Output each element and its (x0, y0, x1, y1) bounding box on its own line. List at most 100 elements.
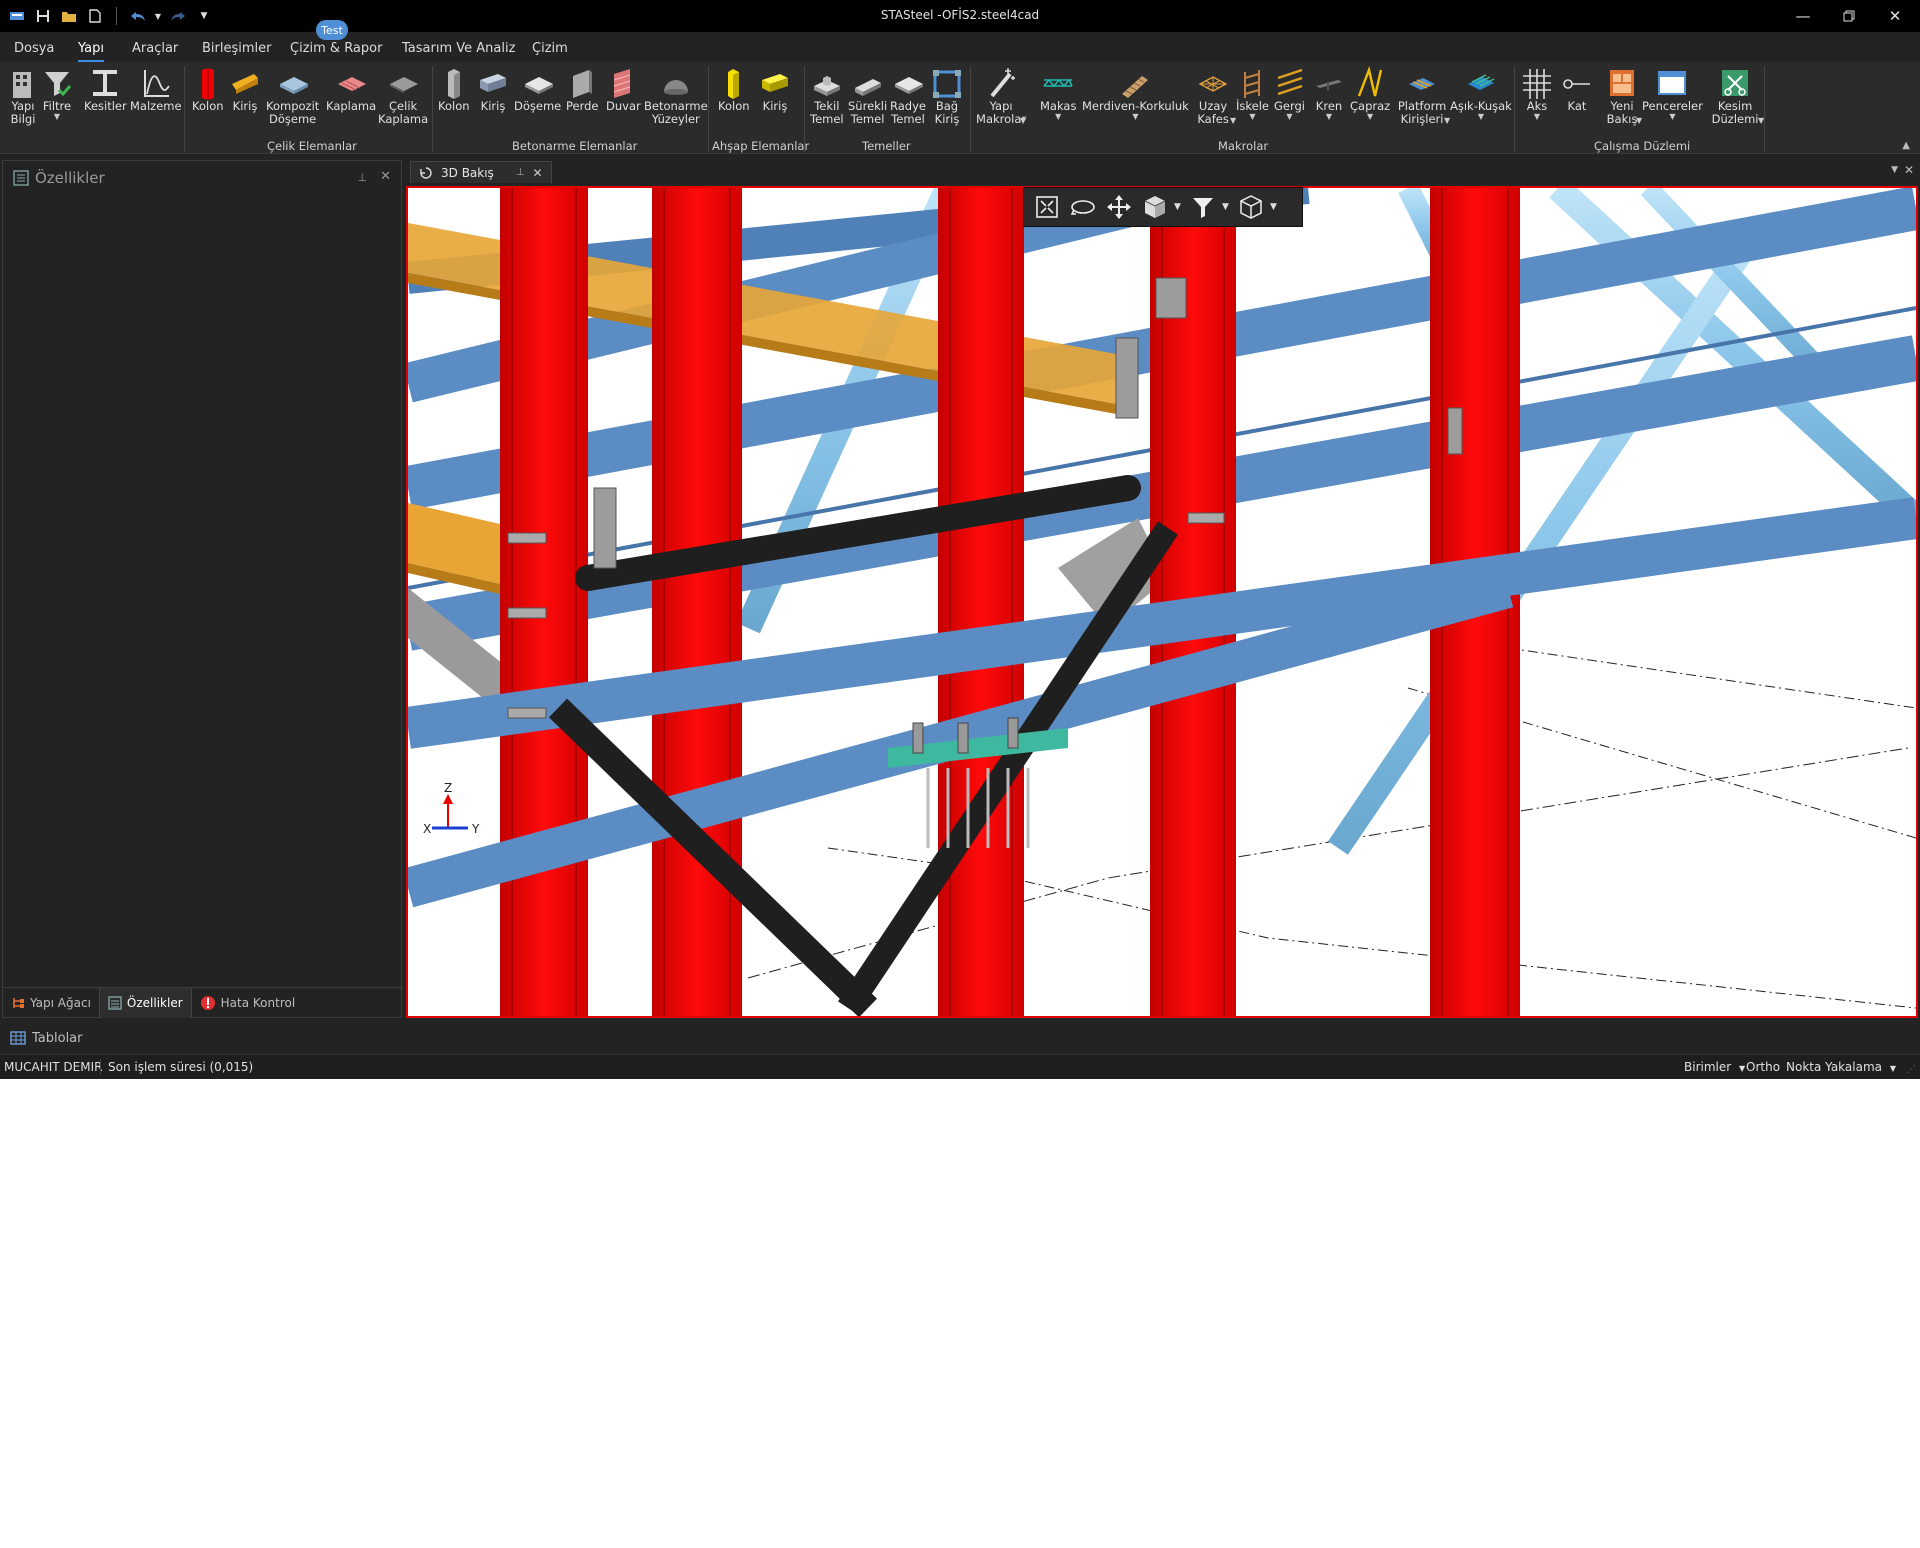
view-cube-dropdown-icon[interactable]: ▼ (1174, 202, 1184, 212)
ribbon-filtre-button[interactable]: Filtre ▼ (42, 66, 72, 121)
properties-icon (108, 996, 122, 1010)
group-caption-makrolar: Makrolar (1218, 139, 1269, 153)
ribbon-ahsap-kiris-button[interactable]: Kiriş (760, 66, 790, 113)
tab-yapi-agaci[interactable]: Yapı Ağacı (3, 988, 99, 1018)
wireframe-cube-icon (1240, 195, 1262, 219)
ribbon-merdiven-korkuluk-button[interactable]: Merdiven-Korkuluk ▼ (1082, 66, 1189, 121)
ribbon-kompozit-doseme-button[interactable]: Kompozit Döşeme (266, 66, 319, 126)
ribbon-doseme-button[interactable]: Döşeme (514, 66, 561, 113)
steel-column[interactable] (652, 188, 742, 1016)
close-document-icon[interactable]: ✕ (1904, 163, 1914, 177)
ribbon-betonarme-kiris-button[interactable]: Kiriş (478, 66, 508, 113)
ribbon-platform-kirisleri-button[interactable]: Platform Kirişleri ▼ (1394, 66, 1450, 126)
ribbon-kesitler-button[interactable]: Kesitler (84, 66, 127, 113)
view-filter-dropdown-icon[interactable]: ▼ (1222, 202, 1232, 212)
ribbon-label: Perde (566, 99, 599, 113)
menu-tab-yapi[interactable]: Yapı (78, 41, 104, 62)
collapse-ribbon-icon[interactable]: ▲ (1902, 140, 1910, 151)
menu-tab-tasarim-analiz[interactable]: Tasarım Ve Analiz (402, 41, 515, 56)
menu-tab-birlesimler[interactable]: Birleşimler (202, 41, 272, 56)
display-mode-dropdown-icon[interactable]: ▼ (1270, 202, 1280, 212)
minimize-button[interactable]: — (1780, 0, 1826, 32)
ribbon-separator (1514, 66, 1515, 152)
tab-ozellikler[interactable]: Özellikler (98, 988, 192, 1018)
ribbon-yeni-bakis-button[interactable]: Yeni Bakış ▼ (1602, 66, 1642, 126)
table-icon (10, 1031, 26, 1045)
filter-icon (45, 72, 72, 97)
ribbon-aks-button[interactable]: Aks ▼ (1522, 66, 1552, 121)
view-filter-button[interactable] (1186, 190, 1220, 224)
ribbon-surekli-temel-button[interactable]: Sürekli Temel (848, 66, 887, 126)
close-button[interactable]: ✕ (1872, 0, 1918, 32)
menu-tab-araclar[interactable]: Araçlar (132, 41, 178, 56)
ribbon-capraz-button[interactable]: Çapraz ▼ (1350, 66, 1390, 121)
menu-tab-cizim-rapor[interactable]: Çizim & Rapor (290, 41, 382, 56)
ribbon-yapi-bilgi-button[interactable]: Yapı Bilgi (8, 66, 38, 126)
restore-button[interactable] (1826, 0, 1872, 32)
tab-list-dropdown-icon[interactable]: ▼ (1891, 165, 1898, 175)
close-panel-icon[interactable]: ✕ (380, 169, 391, 184)
ribbon-kaplama-button[interactable]: Kaplama (326, 66, 376, 113)
ribbon-gergi-button[interactable]: Gergi ▼ (1274, 66, 1305, 121)
ribbon-separator (708, 66, 709, 152)
composite-slab-icon (279, 77, 308, 94)
3d-viewport[interactable]: Z X Y (406, 186, 1918, 1018)
ribbon-duvar-button[interactable]: Duvar (606, 66, 641, 113)
resize-grip-icon[interactable]: ⋰ (1906, 1064, 1916, 1075)
ribbon-celik-kaplama-button[interactable]: Çelik Kaplama (378, 66, 428, 126)
orbit-button[interactable] (1066, 190, 1100, 224)
ribbon-ahsap-kolon-button[interactable]: Kolon (718, 66, 750, 113)
ribbon-pencereler-button[interactable]: Pencereler ▼ (1642, 66, 1703, 121)
pan-button[interactable] (1102, 190, 1136, 224)
ribbon-perde-button[interactable]: Perde (566, 66, 599, 113)
tension-rod-icon (1277, 68, 1302, 96)
ribbon-kat-button[interactable]: Kat (1562, 66, 1592, 113)
ribbon-yapi-makrolar-button[interactable]: Yapı Makrolar ▼ (976, 66, 1026, 126)
ribbon-celik-kiris-button[interactable]: Kiriş (230, 66, 260, 113)
3d-model-scene[interactable]: Z X Y (408, 188, 1916, 1016)
ribbon-kesim-duzlemi-button[interactable]: Kesim Düzlemi ▼ (1706, 66, 1764, 126)
chevron-down-icon: ▼ (1889, 1064, 1896, 1073)
properties-panel: Özellikler ⊥ ✕ Yapı Ağacı Özellikler Hat… (2, 160, 403, 1018)
pin-icon[interactable]: ⊥ (516, 167, 525, 178)
pan-move-icon (1107, 195, 1131, 219)
dropdown-arrow-icon: ▼ (1055, 112, 1062, 121)
ribbon-tekil-temel-button[interactable]: Tekil Temel (810, 66, 844, 126)
ribbon-uzay-kafes-button[interactable]: Uzay Kafes ▼ (1190, 66, 1236, 126)
ribbon-bag-kiris-button[interactable]: Bağ Kiriş (932, 66, 962, 126)
units-dropdown[interactable]: Birimler ▼ (1684, 1060, 1745, 1074)
close-tab-icon[interactable]: ✕ (533, 166, 543, 180)
display-mode-button[interactable] (1234, 190, 1268, 224)
tab-hata-kontrol[interactable]: Hata Kontrol (192, 988, 304, 1018)
ribbon-radye-temel-button[interactable]: Radye Temel (890, 66, 926, 126)
ribbon-makas-button[interactable]: Makas ▼ (1040, 66, 1076, 121)
ribbon-label: Betonarme Yüzeyler (644, 99, 708, 126)
ribbon-label: Kaplama (326, 99, 377, 113)
ribbon-label: Kolon (718, 99, 750, 113)
ribbon-label: Döşeme (514, 99, 562, 113)
ribbon-kren-button[interactable]: Kren ▼ (1314, 66, 1344, 121)
ribbon-malzeme-button[interactable]: Malzeme (130, 66, 182, 113)
steel-column-icon (201, 68, 214, 100)
ortho-toggle[interactable]: Ortho (1746, 1060, 1780, 1074)
ribbon-betonarme-kolon-button[interactable]: Kolon (438, 66, 470, 113)
zoom-extents-button[interactable] (1030, 190, 1064, 224)
ribbon-label: Yeni Bakış (1606, 99, 1638, 126)
pin-icon[interactable]: ⊥ (357, 171, 367, 184)
stairs-icon (1122, 76, 1149, 98)
steel-column[interactable] (500, 188, 588, 1016)
group-caption-ahsap: Ahşap Elemanlar (712, 139, 810, 153)
purlin-girt-icon (1467, 74, 1495, 90)
tables-panel-bar[interactable]: Tablolar (0, 1024, 1920, 1052)
ribbon-label: Radye Temel (890, 99, 926, 126)
ribbon-iskele-button[interactable]: İskele ▼ (1236, 66, 1269, 121)
ribbon-asik-kusak-button[interactable]: Aşık-Kuşak ▼ (1450, 66, 1512, 121)
snap-dropdown[interactable]: Nokta Yakalama ▼ (1786, 1060, 1896, 1074)
ribbon-celik-kolon-button[interactable]: Kolon (192, 66, 224, 113)
menu-tab-dosya[interactable]: Dosya (14, 41, 54, 56)
steel-column[interactable] (938, 188, 1024, 1016)
menu-tab-cizim[interactable]: Çizim (532, 41, 568, 56)
ribbon-betonarme-yuzeyler-button[interactable]: Betonarme Yüzeyler (644, 66, 708, 126)
tab-3d-bakis[interactable]: 3D Bakış ⊥ ✕ (410, 161, 552, 183)
view-cube-button[interactable] (1138, 190, 1172, 224)
